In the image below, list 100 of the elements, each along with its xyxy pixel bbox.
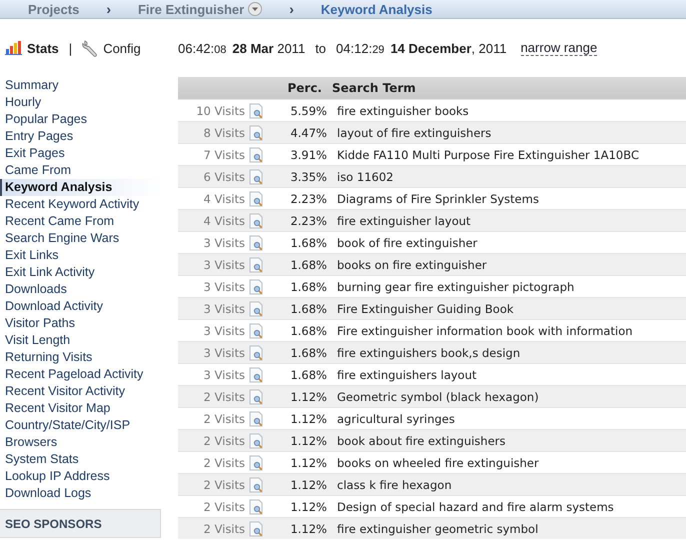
sidebar-item[interactable]: Lookup IP Address <box>0 468 165 485</box>
sidebar-item[interactable]: Returning Visits <box>0 349 165 366</box>
visits-cell-text: 2 Visits <box>202 478 245 492</box>
sidebar-item[interactable]: Download Activity <box>0 298 165 315</box>
sidebar-item[interactable]: Recent Came From <box>0 213 165 230</box>
percent-cell-text: 1.12% <box>289 500 327 514</box>
percent-cell-text: 5.59% <box>289 104 327 118</box>
search-term-cell: Fire extinguisher information book with information <box>337 324 633 338</box>
start-date: 28 Mar 2011 <box>232 40 306 56</box>
visits-cell-text: 3 Visits <box>202 302 245 316</box>
document-search-icon[interactable] <box>249 102 264 118</box>
column-header: Search Term <box>332 81 416 95</box>
visits-cell-text: 2 Visits <box>202 522 245 536</box>
sidebar-item[interactable]: Visit Length <box>0 332 165 349</box>
sidebar-item[interactable]: Country/State/City/ISP <box>0 417 165 434</box>
percent-cell-text: 1.68% <box>289 280 327 294</box>
sidebar-item[interactable]: Summary <box>0 77 165 94</box>
document-search-icon[interactable] <box>249 520 264 536</box>
document-search-icon[interactable] <box>249 498 264 514</box>
document-search-icon[interactable] <box>249 454 264 470</box>
visits-cell-text: 4 Visits <box>202 214 245 228</box>
sidebar-item[interactable]: Browsers <box>0 434 165 451</box>
sidebar-item[interactable]: Visitor Paths <box>0 315 165 332</box>
sidebar-item[interactable]: Downloads <box>0 281 165 298</box>
search-term-cell: Geometric symbol (black hexagon) <box>337 390 539 404</box>
percent-cell-text: 1.68% <box>289 236 327 250</box>
stats-link[interactable]: Stats <box>27 40 59 56</box>
document-search-icon[interactable] <box>249 410 264 426</box>
search-term-cell: burning gear fire extinguisher pictograph <box>337 280 574 294</box>
document-search-icon[interactable] <box>249 344 264 360</box>
range-separator: to <box>315 40 326 56</box>
visits-cell-text: 10 Visits <box>195 104 245 118</box>
document-search-icon[interactable] <box>249 146 264 162</box>
sidebar-item[interactable]: Exit Pages <box>0 145 165 162</box>
sidebar-item[interactable]: Popular Pages <box>0 111 165 128</box>
search-term-cell: book of fire extinguisher <box>337 236 478 250</box>
bar-chart-icon[interactable] <box>5 41 23 55</box>
sidebar-item[interactable]: Recent Visitor Activity <box>0 383 165 400</box>
percent-cell-text: 3.35% <box>289 170 327 184</box>
end-date: 14 December, 2011 <box>390 40 507 56</box>
document-search-icon[interactable] <box>249 388 264 404</box>
document-search-icon[interactable] <box>249 168 264 184</box>
dropdown-icon[interactable] <box>248 2 262 16</box>
visits-cell-text: 2 Visits <box>202 412 245 426</box>
visits-cell-text: 6 Visits <box>202 170 245 184</box>
search-term-cell: fire extinguisher layout <box>337 214 471 228</box>
search-term-cell: Design of special hazard and fire alarm systems <box>337 500 614 514</box>
search-term-cell: layout of fire extinguishers <box>337 126 492 140</box>
document-search-icon[interactable] <box>249 124 264 140</box>
sidebar-item[interactable]: Recent Visitor Map <box>0 400 165 417</box>
sidebar-item[interactable]: Recent Pageload Activity <box>0 366 165 383</box>
document-search-icon[interactable] <box>249 476 264 492</box>
narrow-range-link[interactable]: narrow range <box>520 40 598 56</box>
sidebar-item[interactable]: System Stats <box>0 451 165 468</box>
sidebar-item[interactable]: Recent Keyword Activity <box>0 196 165 213</box>
percent-cell-text: 3.91% <box>289 148 327 162</box>
search-term-cell: Fire Extinguisher Guiding Book <box>337 302 514 316</box>
document-search-icon[interactable] <box>249 432 264 448</box>
document-search-icon[interactable] <box>249 322 264 338</box>
percent-cell-text: 1.68% <box>289 324 327 338</box>
start-time: 06:42:08 <box>178 40 226 56</box>
search-term-cell: books on wheeled fire extinguisher <box>337 456 539 470</box>
search-term-cell: Diagrams of Fire Sprinkler Systems <box>337 192 539 206</box>
column-header: Perc. <box>286 81 322 95</box>
document-search-icon[interactable] <box>249 212 264 228</box>
sidebar-item[interactable]: Search Engine Wars <box>0 230 165 247</box>
document-search-icon[interactable] <box>249 300 264 316</box>
sidebar-item[interactable]: Came From <box>0 162 165 179</box>
config-link[interactable]: Config <box>103 40 141 56</box>
sidebar-item[interactable]: Entry Pages <box>0 128 165 145</box>
search-term-cell: fire extinguisher books <box>337 104 469 118</box>
visits-cell-text: 4 Visits <box>202 192 245 206</box>
search-term-cell: fire extinguishers layout <box>337 368 477 382</box>
percent-cell-text: 1.68% <box>289 302 327 316</box>
sidebar-item[interactable]: Exit Link Activity <box>0 264 165 281</box>
document-search-icon[interactable] <box>249 190 264 206</box>
visits-cell-text: 2 Visits <box>202 500 245 514</box>
percent-cell-text: 2.23% <box>289 214 327 228</box>
document-search-icon[interactable] <box>249 366 264 382</box>
sidebar-item[interactable]: Download Logs <box>0 485 165 502</box>
toolbar-divider: | <box>68 40 72 56</box>
percent-cell-text: 1.68% <box>289 368 327 382</box>
percent-cell-text: 2.23% <box>289 192 327 206</box>
document-search-icon[interactable] <box>249 234 264 250</box>
visits-cell-text: 3 Visits <box>202 280 245 294</box>
percent-cell-text: 1.12% <box>289 456 327 470</box>
percent-cell-text: 1.12% <box>289 522 327 536</box>
document-search-icon[interactable] <box>249 256 264 272</box>
visits-cell-text: 3 Visits <box>202 236 245 250</box>
sidebar-item[interactable]: Exit Links <box>0 247 165 264</box>
visits-cell-text: 7 Visits <box>202 148 245 162</box>
wrench-icon[interactable] <box>82 40 100 56</box>
search-term-cell: fire extinguishers book,s design <box>337 346 520 360</box>
search-term-cell: iso 11602 <box>337 170 394 184</box>
visits-cell-text: 2 Visits <box>202 456 245 470</box>
section-header: SEO SPONSORS <box>0 509 161 538</box>
percent-cell-text: 4.47% <box>289 126 327 140</box>
sidebar-item[interactable]: Hourly <box>0 94 165 111</box>
search-term-cell: book about fire extinguishers <box>337 434 506 448</box>
document-search-icon[interactable] <box>249 278 264 294</box>
